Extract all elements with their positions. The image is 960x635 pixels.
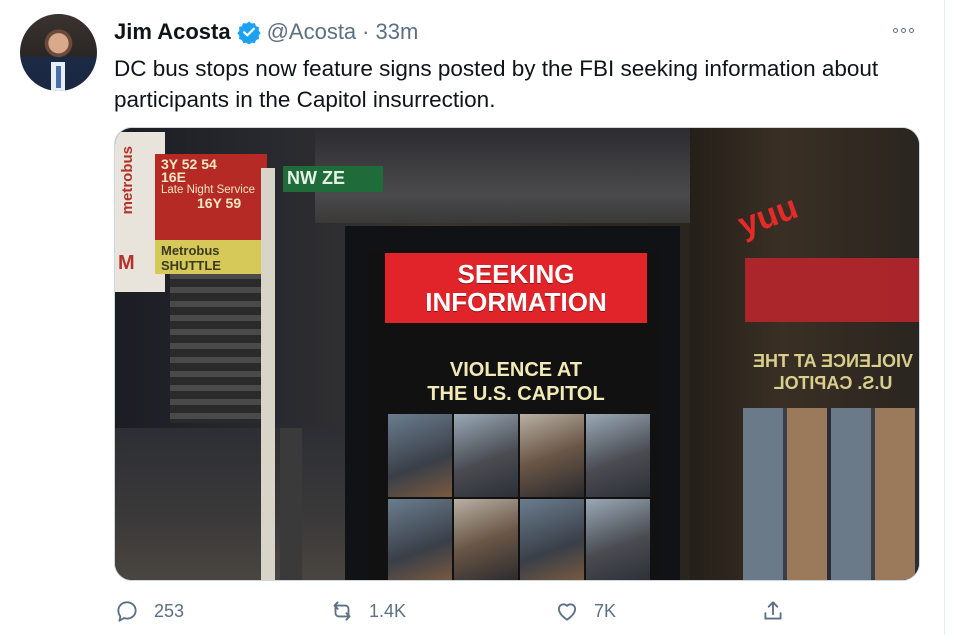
like-button[interactable]: 7K <box>554 598 616 624</box>
street <box>115 428 365 580</box>
header-separator: · <box>362 19 370 44</box>
reply-count: 253 <box>154 600 185 621</box>
retweet-count: 1.4K <box>369 600 407 621</box>
author-name[interactable]: Jim Acosta <box>114 19 231 45</box>
tweet-timestamp[interactable]: 33m <box>376 19 419 45</box>
reflection-photos <box>743 408 919 580</box>
route-sign-line: 16Y 59 <box>197 195 242 211</box>
verified-badge-icon <box>236 21 261 44</box>
author-handle[interactable]: @Acosta <box>267 19 357 45</box>
ad-photo <box>520 499 584 580</box>
ad-photo <box>586 414 650 497</box>
shuttle-sign-line: SHUTTLE <box>161 258 221 273</box>
tweet-card[interactable]: Jim Acosta @Acosta · 33m DC bus stops no… <box>0 0 945 635</box>
retweet-button[interactable]: 1.4K <box>329 598 406 624</box>
reply-icon <box>117 601 137 622</box>
shuttle-sign-line: Metrobus <box>161 243 220 258</box>
tweet-header: Jim Acosta @Acosta · 33m <box>114 17 418 47</box>
ad-photo <box>454 414 518 497</box>
reply-button[interactable]: 253 <box>114 598 184 624</box>
curb-pole <box>280 428 302 580</box>
ad-subtitle-line: THE U.S. CAPITOL <box>427 383 605 405</box>
like-icon <box>557 603 577 621</box>
reflection-text: VIOLENCE AT THE U.S. CAPITOL <box>753 351 914 393</box>
retweet-icon <box>333 601 351 621</box>
like-count: 7K <box>594 600 617 621</box>
avatar-tie <box>56 66 61 88</box>
ad-photo <box>520 414 584 497</box>
tweet-text: DC bus stops now feature signs posted by… <box>114 56 879 112</box>
metrobus-sign-text: metrobus <box>119 146 136 215</box>
ad-subtitle: VIOLENCE AT THE U.S. CAPITOL <box>385 358 647 406</box>
share-icon <box>764 601 782 620</box>
street-sign: NW ZE <box>283 166 383 192</box>
reflection-banner <box>745 258 919 322</box>
share-button[interactable] <box>760 598 786 624</box>
metro-logo: M <box>118 252 135 274</box>
author-avatar[interactable] <box>20 14 97 91</box>
ad-photo <box>586 499 650 580</box>
tweet-actions: 253 1.4K 7K <box>114 596 814 626</box>
ad-subtitle-line: VIOLENCE AT <box>449 359 583 381</box>
ad-photo <box>454 499 518 580</box>
background-building <box>170 273 270 423</box>
ad-photo <box>388 499 452 580</box>
route-sign-line: 16E <box>161 169 186 185</box>
ad-photo-grid <box>388 414 650 580</box>
tweet-photo[interactable]: VIOLENCE AT THE U.S. CAPITOL yuu metrobu… <box>114 127 920 581</box>
sign-pole <box>261 168 275 580</box>
more-options-icon[interactable] <box>893 22 919 38</box>
ad-photo <box>388 414 452 497</box>
shuttle-sign: Metrobus SHUTTLE <box>155 240 275 274</box>
ad-banner: SEEKING INFORMATION <box>385 253 647 323</box>
